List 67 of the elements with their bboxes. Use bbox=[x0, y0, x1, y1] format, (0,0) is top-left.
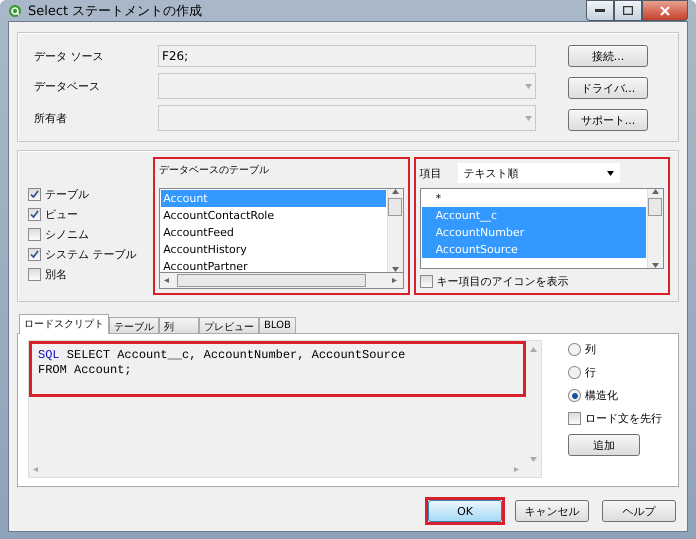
tab[interactable]: テーブル bbox=[109, 317, 159, 334]
radio-button[interactable] bbox=[568, 366, 581, 379]
field-label: データ ソース bbox=[34, 48, 104, 64]
dialog-button[interactable]: ヘルプ bbox=[602, 500, 676, 522]
checkbox[interactable] bbox=[28, 208, 41, 221]
scroll-thumb[interactable] bbox=[177, 274, 366, 287]
scroll-thumb[interactable] bbox=[648, 198, 662, 216]
check-icon bbox=[30, 210, 39, 219]
dialog-button[interactable]: OK bbox=[428, 500, 502, 522]
scrollbar[interactable] bbox=[386, 189, 403, 272]
check-icon bbox=[30, 250, 39, 259]
scroll-right-icon[interactable] bbox=[392, 278, 399, 283]
scroll-left-icon[interactable] bbox=[164, 278, 172, 283]
checkbox-label: 別名 bbox=[45, 267, 67, 282]
checkbox-label: シノニム bbox=[45, 227, 89, 242]
check-icon bbox=[30, 190, 39, 199]
text-field[interactable]: F26; bbox=[158, 45, 536, 67]
add-button[interactable]: 追加 bbox=[568, 434, 640, 456]
checkbox-label: テーブル bbox=[45, 187, 89, 202]
horizontal-scrollbar[interactable] bbox=[159, 273, 404, 289]
radio-button[interactable] bbox=[568, 389, 581, 402]
close-button[interactable] bbox=[642, 0, 688, 21]
scroll-up-icon[interactable] bbox=[392, 189, 399, 194]
checkbox-label: キー項目のアイコンを表示 bbox=[436, 274, 569, 289]
minimize-icon bbox=[595, 8, 605, 12]
close-icon bbox=[660, 6, 670, 16]
tab[interactable]: 列 bbox=[159, 317, 199, 334]
checkbox-label: ロード文を先行 bbox=[585, 411, 662, 426]
tab[interactable]: ロードスクリプト bbox=[19, 314, 109, 334]
code-line: SQL SELECT Account__c, AccountNumber, AccountSource bbox=[38, 348, 406, 363]
scroll-thumb[interactable] bbox=[388, 198, 402, 216]
maximize-icon bbox=[623, 6, 633, 15]
dialog-button[interactable]: サポート... bbox=[568, 109, 648, 131]
checkbox[interactable] bbox=[28, 248, 41, 261]
radio-label: 行 bbox=[585, 365, 596, 380]
dropdown-field[interactable] bbox=[158, 105, 536, 131]
app-logo-icon bbox=[8, 4, 22, 18]
scroll-down-icon[interactable] bbox=[652, 263, 659, 268]
dialog-button[interactable]: 接続... bbox=[568, 45, 648, 67]
checkbox-label: システム テーブル bbox=[45, 247, 136, 262]
radio-label: 構造化 bbox=[585, 388, 618, 403]
dropdown-field[interactable] bbox=[158, 73, 536, 99]
code-line: FROM Account; bbox=[38, 363, 133, 378]
dialog-button[interactable]: キャンセル bbox=[515, 500, 589, 522]
checkbox[interactable] bbox=[568, 412, 581, 425]
field-label: 所有者 bbox=[34, 110, 68, 126]
checkbox[interactable] bbox=[28, 228, 41, 241]
list-title: データベースのテーブル bbox=[159, 164, 270, 178]
minimize-button[interactable] bbox=[586, 0, 614, 21]
checkbox[interactable] bbox=[28, 188, 41, 201]
field-label: 項目 bbox=[420, 166, 442, 180]
sort-dropdown[interactable]: テキスト順 bbox=[458, 163, 620, 183]
maximize-button[interactable] bbox=[614, 0, 642, 21]
checkbox[interactable] bbox=[28, 268, 41, 281]
checkbox[interactable] bbox=[420, 275, 433, 288]
dropdown-arrow-icon[interactable] bbox=[606, 170, 614, 176]
tab[interactable]: BLOB bbox=[259, 317, 296, 334]
radio-label: 列 bbox=[585, 342, 596, 357]
script-editor[interactable]: SQL SELECT Account__c, AccountNumber, AccountSource FROM Account; bbox=[28, 340, 542, 478]
window-title: Select ステートメントの作成 bbox=[28, 2, 202, 20]
scrollbar[interactable] bbox=[646, 189, 663, 268]
radio-button[interactable] bbox=[568, 343, 581, 356]
dialog-button[interactable]: ドライバ... bbox=[568, 77, 648, 99]
field-label: データベース bbox=[34, 78, 101, 94]
tab[interactable]: プレビュー bbox=[199, 317, 259, 334]
checkbox-label: ビュー bbox=[45, 207, 78, 222]
scroll-up-icon[interactable] bbox=[652, 189, 659, 194]
